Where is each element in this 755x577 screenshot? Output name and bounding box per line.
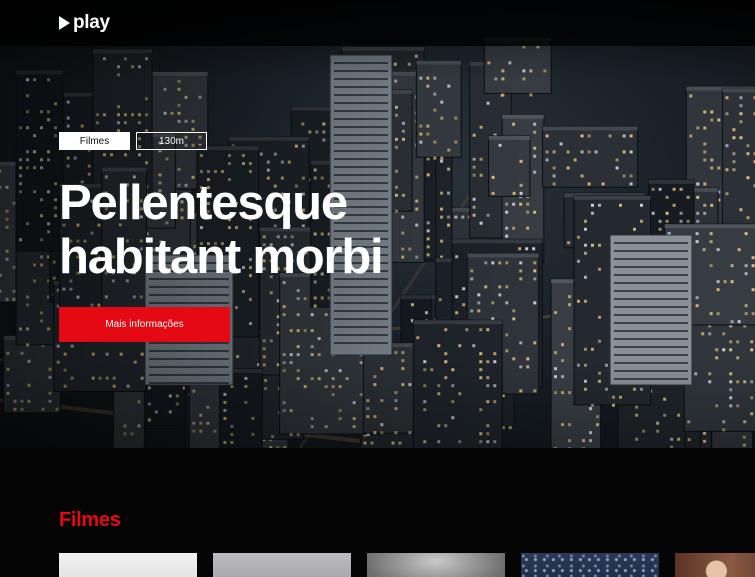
app-logo[interactable]: play xyxy=(59,11,110,33)
hero-banner: Filmes 130m Pellentesque habitant morbi … xyxy=(0,0,755,448)
play-icon xyxy=(59,16,70,30)
movie-card[interactable] xyxy=(59,553,197,577)
top-navigation-bar: play xyxy=(0,0,755,46)
movie-card[interactable] xyxy=(367,553,505,577)
movie-card[interactable] xyxy=(213,553,351,577)
page: Filmes 130m Pellentesque habitant morbi … xyxy=(0,0,755,577)
logo-text: play xyxy=(73,11,110,33)
movie-card[interactable] xyxy=(521,553,659,577)
duration-tag: 130m xyxy=(136,132,207,150)
movie-row xyxy=(59,553,755,577)
movie-card[interactable] xyxy=(675,553,755,577)
category-tag: Filmes xyxy=(59,132,130,150)
hero-title: Pellentesque habitant morbi xyxy=(59,176,384,284)
hero-tags: Filmes 130m xyxy=(59,132,479,150)
more-info-button[interactable]: Mais informações xyxy=(59,307,230,342)
hero-content: Filmes 130m Pellentesque habitant morbi … xyxy=(59,132,479,342)
section-title-filmes: Filmes xyxy=(59,509,121,531)
